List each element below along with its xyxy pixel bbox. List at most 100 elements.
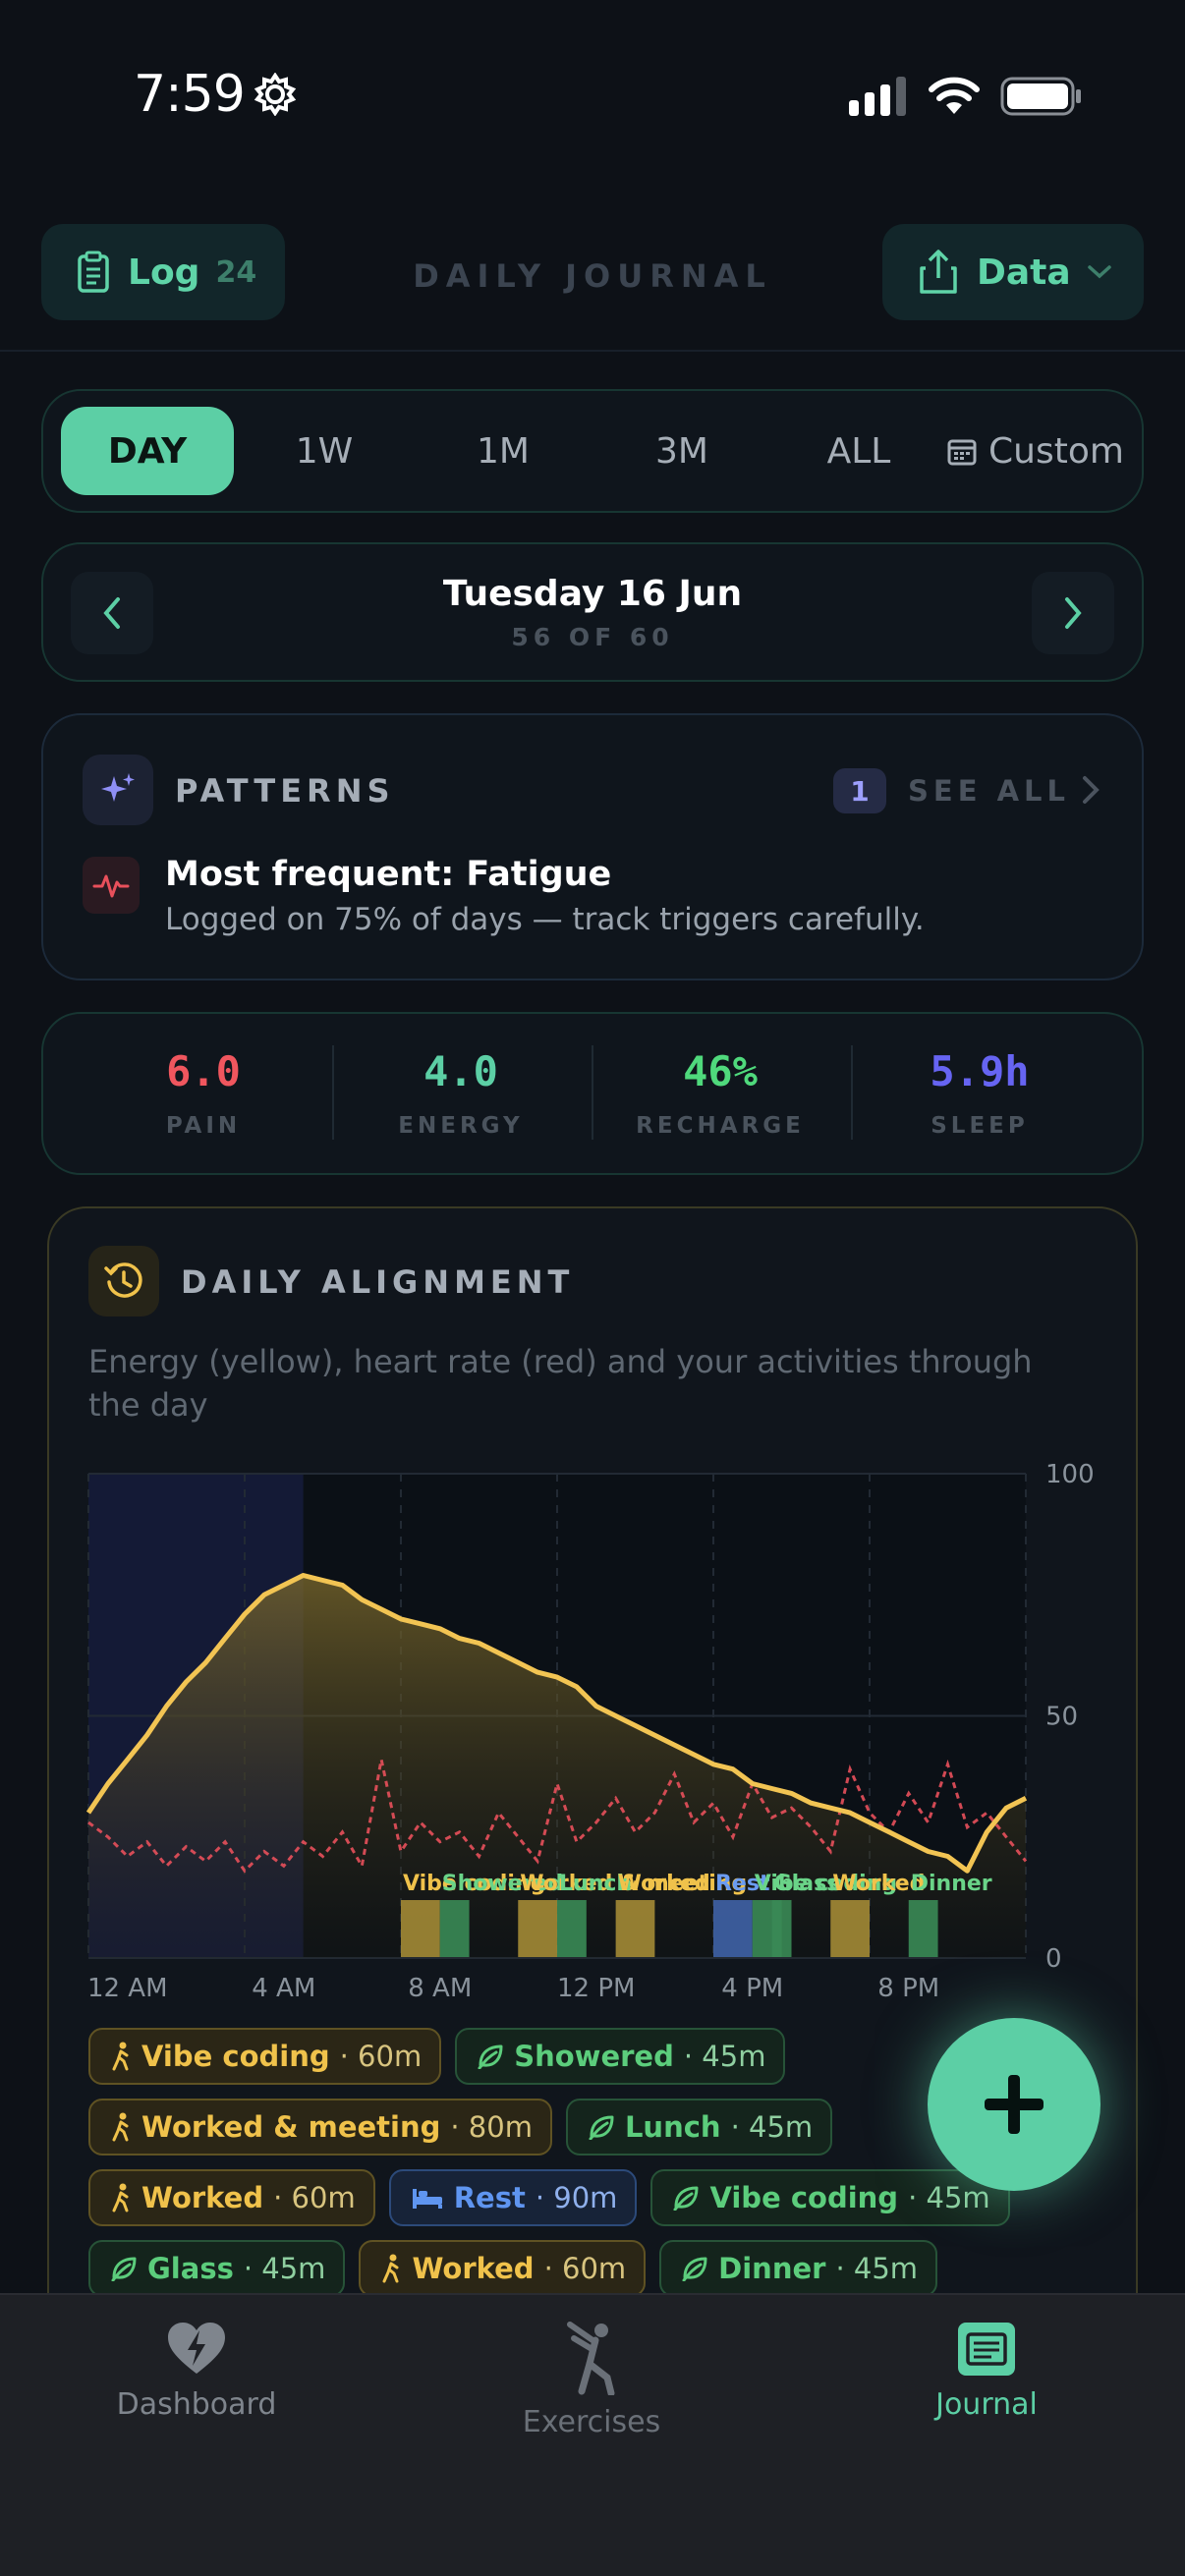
activity-duration: · 60m	[273, 2181, 356, 2214]
activity-chip[interactable]: Glass · 45m	[88, 2240, 346, 2297]
activity-chip[interactable]: Vibe coding · 60m	[88, 2028, 442, 2085]
activity-duration: · 45m	[730, 2110, 814, 2144]
metric-recharge: 46% RECHARGE	[607, 1047, 833, 1139]
journal-icon	[958, 2323, 1015, 2376]
range-3m[interactable]: 3M	[615, 407, 749, 495]
history-icon	[88, 1246, 159, 1316]
status-time: 7:59	[134, 65, 246, 124]
date-position: 56 OF 60	[511, 623, 674, 651]
walking-icon	[382, 2254, 399, 2283]
range-day[interactable]: DAY	[61, 407, 234, 495]
gear-icon	[254, 73, 297, 116]
activity-chip[interactable]: Lunch · 45m	[565, 2099, 833, 2156]
patterns-card	[41, 713, 1144, 980]
metric-divider	[592, 1045, 593, 1140]
metric-value: 6.0	[166, 1047, 241, 1095]
activity-duration: · 45m	[683, 2040, 766, 2073]
activity-duration: · 80m	[450, 2110, 533, 2144]
walking-icon	[112, 2183, 129, 2212]
activity-duration: · 90m	[535, 2181, 618, 2214]
leaf-icon	[682, 2257, 707, 2281]
metric-label: SLEEP	[931, 1113, 1029, 1139]
data-label: Data	[977, 252, 1071, 293]
leaf-icon	[111, 2257, 137, 2281]
data-menu-button[interactable]: Data	[882, 224, 1144, 320]
battery-icon	[1000, 77, 1081, 116]
activity-chip[interactable]: Rest · 90m	[388, 2169, 638, 2226]
activity-name: Worked	[412, 2252, 535, 2285]
activity-name: Rest	[453, 2181, 526, 2214]
metric-label: PAIN	[165, 1113, 242, 1139]
tab-exercises[interactable]: Exercises	[444, 2321, 739, 2439]
activity-duration: · 60m	[543, 2252, 627, 2285]
metric-divider	[332, 1045, 334, 1140]
range-custom[interactable]: Custom	[947, 407, 1134, 495]
activity-name: Dinner	[718, 2252, 826, 2285]
alignment-description: Energy (yellow), heart rate (red) and yo…	[88, 1343, 1033, 1424]
metric-divider	[851, 1045, 853, 1140]
wifi-icon	[929, 77, 980, 114]
chevron-right-icon[interactable]	[1077, 770, 1104, 810]
activity-chip[interactable]: Worked · 60m	[359, 2240, 647, 2297]
plus-icon	[985, 2075, 1044, 2134]
stretch-figure-icon	[567, 2322, 615, 2395]
activity-duration: · 45m	[835, 2252, 919, 2285]
cellular-signal-icon	[849, 77, 906, 116]
metric-sleep: 5.9h SLEEP	[867, 1047, 1093, 1139]
pulse-icon	[83, 857, 140, 914]
activity-duration: · 60m	[339, 2040, 423, 2073]
walking-icon	[112, 2042, 129, 2071]
header-divider	[0, 350, 1185, 352]
chevron-down-icon	[1087, 265, 1111, 279]
pattern-detail: Logged on 75% of days — track triggers c…	[165, 902, 925, 937]
range-1w[interactable]: 1W	[257, 407, 391, 495]
range-custom-label: Custom	[988, 430, 1124, 472]
current-date: Tuesday 16 Jun	[442, 574, 743, 614]
bed-icon	[412, 2189, 442, 2209]
tab-journal[interactable]: Journal	[839, 2321, 1134, 2422]
metric-pain: 6.0 PAIN	[90, 1047, 316, 1139]
activity-chip[interactable]: Showered · 45m	[455, 2028, 786, 2085]
patterns-count-badge: 1	[833, 768, 886, 813]
activity-chip[interactable]: Vibe coding · 45m	[650, 2169, 1010, 2226]
leaf-icon	[589, 2115, 614, 2140]
sparkles-icon	[83, 755, 153, 825]
metric-value: 46%	[683, 1047, 758, 1095]
activity-name: Vibe coding	[141, 2040, 330, 2073]
activity-chip[interactable]: Worked & meeting · 80m	[88, 2099, 552, 2156]
activity-name: Vibe coding	[709, 2181, 899, 2214]
tab-label: Journal	[935, 2387, 1038, 2422]
metric-value: 5.9h	[930, 1047, 1030, 1095]
tab-label: Exercises	[522, 2405, 661, 2439]
leaf-icon	[478, 2044, 503, 2069]
heart-bolt-icon	[168, 2323, 225, 2374]
metric-label: RECHARGE	[636, 1113, 805, 1139]
add-entry-button[interactable]	[928, 2018, 1100, 2191]
tab-label: Dashboard	[116, 2387, 277, 2422]
activity-name: Showered	[514, 2040, 674, 2073]
activity-name: Worked & meeting	[141, 2110, 441, 2144]
tab-dashboard[interactable]: Dashboard	[49, 2321, 344, 2422]
pattern-headline: Most frequent: Fatigue	[165, 855, 612, 894]
range-all[interactable]: ALL	[792, 407, 926, 495]
patterns-title: PATTERNS	[175, 772, 395, 810]
see-all-link[interactable]: SEE ALL	[908, 774, 1070, 808]
activity-duration: · 45m	[908, 2181, 990, 2214]
metric-energy: 4.0 ENERGY	[348, 1047, 574, 1139]
metric-value: 4.0	[423, 1047, 498, 1095]
next-day-button[interactable]	[1032, 572, 1114, 654]
leaf-icon	[673, 2186, 699, 2211]
activity-duration: · 45m	[243, 2252, 326, 2285]
activity-name: Glass	[147, 2252, 234, 2285]
calendar-icon	[947, 439, 977, 466]
activity-chip[interactable]: Dinner · 45m	[659, 2240, 938, 2297]
activity-chip[interactable]: Worked · 60m	[88, 2169, 375, 2226]
chevron-right-icon	[1065, 597, 1082, 629]
range-1m[interactable]: 1M	[436, 407, 570, 495]
walking-icon	[112, 2112, 129, 2142]
activity-name: Lunch	[624, 2110, 721, 2144]
alignment-title: DAILY ALIGNMENT	[181, 1263, 575, 1301]
metric-label: ENERGY	[398, 1113, 524, 1139]
share-icon	[920, 250, 957, 294]
activity-name: Worked	[141, 2181, 264, 2214]
